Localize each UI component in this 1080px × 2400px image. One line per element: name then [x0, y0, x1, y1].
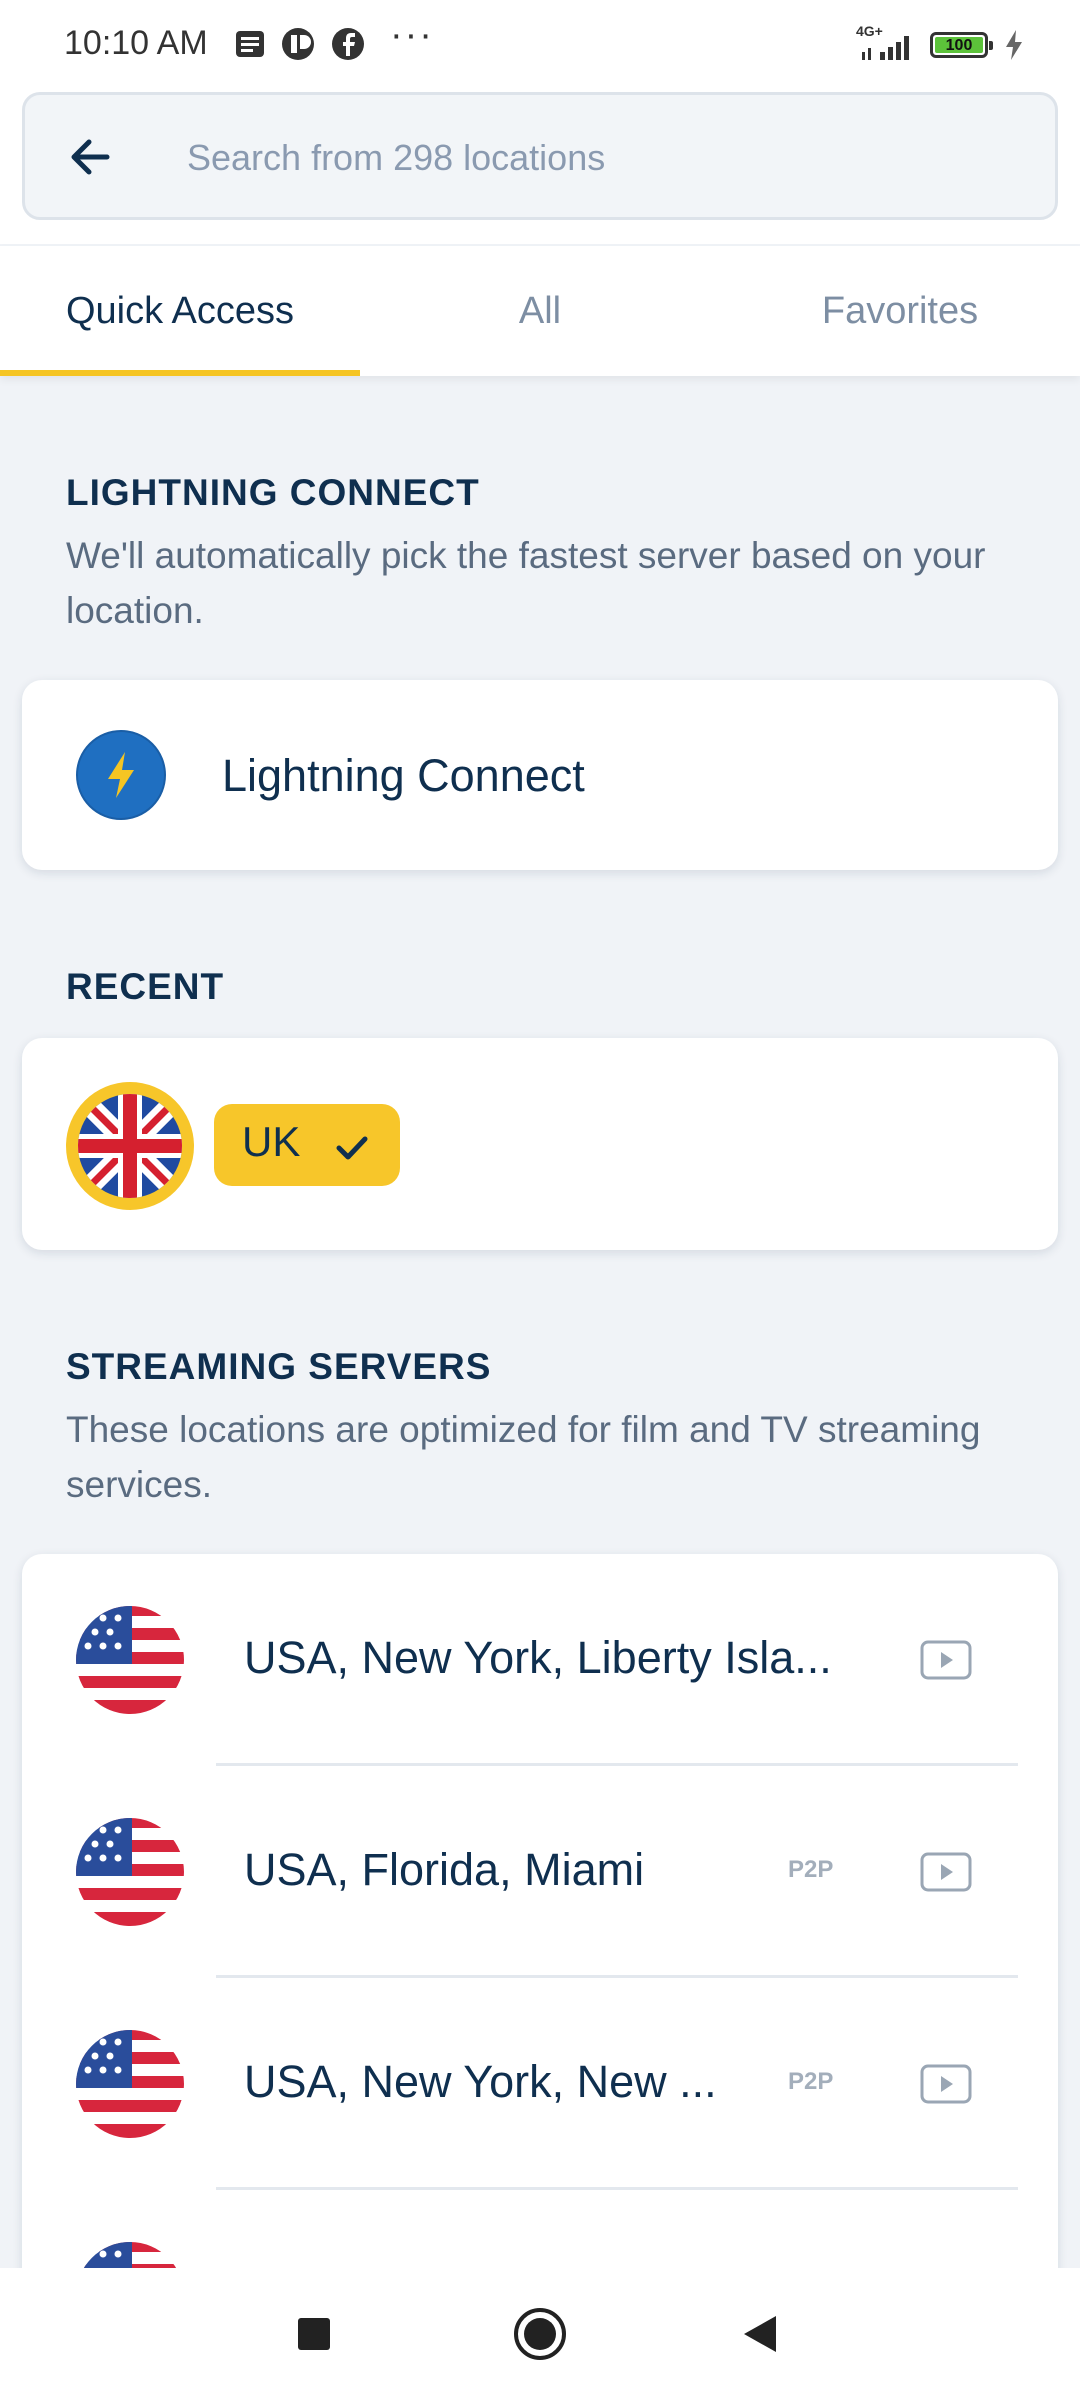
lightning-section-title: LIGHTNING CONNECT [66, 472, 480, 513]
charging-icon [1006, 30, 1022, 60]
app-icon [282, 28, 314, 60]
tab-quick-access[interactable]: Quick Access [0, 246, 360, 376]
back-arrow-icon[interactable] [61, 127, 121, 187]
recent-section-title: RECENT [66, 966, 225, 1007]
server-row[interactable]: USA, New York, Liberty Isla... [22, 1554, 1058, 1766]
more-icon: ··· [390, 14, 434, 56]
battery-icon: 100 [930, 32, 993, 58]
search-input[interactable] [185, 123, 1009, 193]
lightning-section-description: We'll automatically pick the fastest ser… [66, 535, 986, 631]
us-flag-icon [76, 2030, 184, 2138]
status-time: 10:10 AM [64, 24, 208, 62]
streaming-section-title: STREAMING SERVERS [66, 1346, 492, 1387]
streaming-server-list: USA, New York, Liberty Isla... USA, Flor… [22, 1554, 1058, 2314]
battery-level: 100 [935, 37, 983, 54]
signal-icon [862, 36, 909, 60]
tab-favorites[interactable]: Favorites [720, 246, 1080, 376]
search-box [22, 92, 1058, 220]
checkmark-icon [336, 1136, 368, 1160]
lightning-connect-button[interactable]: Lightning Connect [22, 680, 1058, 870]
tab-bar: Quick Access All Favorites [0, 246, 1080, 376]
recent-card: UK [22, 1038, 1058, 1250]
recent-location-label: UK [242, 1118, 301, 1165]
back-triangle-icon[interactable] [740, 2314, 780, 2354]
p2p-badge: P2P [788, 1856, 834, 1883]
server-name: USA, New York, Liberty Isla... [244, 1632, 832, 1683]
streaming-play-icon [920, 2064, 972, 2104]
facebook-icon [332, 28, 364, 60]
uk-flag-icon[interactable] [64, 1080, 196, 1212]
us-flag-icon [76, 1818, 184, 1926]
tab-all[interactable]: All [360, 246, 720, 376]
p2p-badge: P2P [788, 2068, 834, 2095]
streaming-play-icon [920, 1852, 972, 1892]
streaming-section-description: These locations are optimized for film a… [66, 1409, 981, 1505]
search-header [0, 88, 1080, 244]
active-tab-indicator [0, 370, 360, 376]
server-row[interactable]: USA, Florida, Miami P2P [22, 1766, 1058, 1978]
status-bar: 10:10 AM ··· 4G+ 100 [0, 0, 1080, 88]
us-flag-icon [76, 1606, 184, 1714]
recents-square-icon[interactable] [296, 2316, 332, 2352]
message-icon [236, 31, 264, 57]
recent-location-chip[interactable]: UK [214, 1104, 400, 1186]
lightning-connect-label: Lightning Connect [222, 750, 585, 801]
server-row[interactable]: USA, New York, New ... P2P [22, 1978, 1058, 2190]
lightning-bolt-icon [76, 730, 166, 820]
system-nav-bar [0, 2268, 1080, 2400]
home-circle-icon[interactable] [512, 2306, 568, 2362]
streaming-play-icon [920, 1640, 972, 1680]
